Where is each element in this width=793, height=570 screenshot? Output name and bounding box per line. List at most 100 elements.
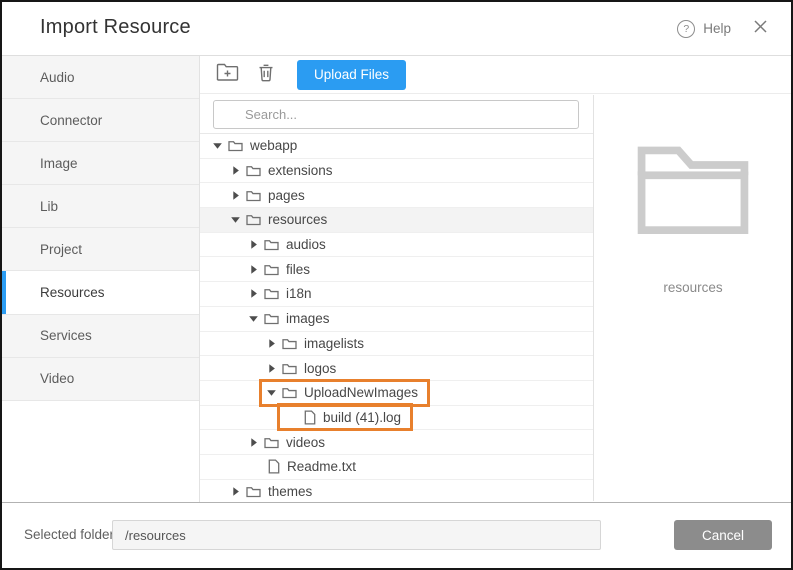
preview-folder-name: resources bbox=[663, 280, 722, 295]
tree-row-content: logos bbox=[265, 357, 336, 379]
folder-icon bbox=[246, 164, 261, 177]
search-input[interactable] bbox=[213, 100, 579, 129]
caret-down-icon[interactable] bbox=[229, 214, 241, 225]
tree-item-label: videos bbox=[286, 435, 325, 450]
folder-icon bbox=[246, 485, 261, 498]
sidebar-item-lib[interactable]: Lib bbox=[2, 185, 199, 228]
caret-down-icon[interactable] bbox=[211, 140, 223, 151]
caret-right-icon[interactable] bbox=[247, 239, 259, 250]
tree-item-label: imagelists bbox=[304, 336, 364, 351]
help-label: Help bbox=[703, 21, 731, 36]
folder-icon bbox=[264, 312, 279, 325]
selected-folder-label: Selected folder: bbox=[24, 527, 118, 542]
folder-icon bbox=[264, 263, 279, 276]
sidebar-item-label: Project bbox=[40, 242, 82, 257]
help-button[interactable]: ? Help bbox=[677, 20, 731, 38]
folder-icon bbox=[633, 141, 753, 242]
import-resource-dialog: Import Resource ? Help Audio Connector Ima… bbox=[0, 0, 793, 570]
caret-right-icon[interactable] bbox=[265, 363, 277, 374]
caret-right-icon[interactable] bbox=[229, 165, 241, 176]
caret-down-icon[interactable] bbox=[265, 387, 277, 398]
tree-row-content: i18n bbox=[247, 283, 312, 305]
tree-row-build-41-log[interactable]: build (41).log bbox=[200, 406, 593, 431]
tree-row-content: images bbox=[247, 308, 330, 330]
caret-right-icon[interactable] bbox=[247, 437, 259, 448]
caret-right-icon[interactable] bbox=[229, 190, 241, 201]
tree-row-readme-txt[interactable]: Readme.txt bbox=[200, 455, 593, 480]
dialog-footer: Selected folder: Cancel bbox=[2, 502, 791, 568]
sidebar-item-connector[interactable]: Connector bbox=[2, 99, 199, 142]
preview-panel: resources bbox=[595, 95, 791, 501]
sidebar-item-video[interactable]: Video bbox=[2, 358, 199, 401]
tree-row-content: imagelists bbox=[265, 332, 364, 354]
new-folder-icon bbox=[216, 63, 239, 87]
caret-right-icon[interactable] bbox=[265, 338, 277, 349]
folder-icon bbox=[264, 238, 279, 251]
tree-item-label: themes bbox=[268, 484, 312, 499]
tree-row-i18n[interactable]: i18n bbox=[200, 282, 593, 307]
selected-folder-input[interactable] bbox=[112, 520, 601, 550]
tree-row-files[interactable]: files bbox=[200, 257, 593, 282]
tree-item-label: resources bbox=[268, 212, 327, 227]
tree-row-videos[interactable]: videos bbox=[200, 430, 593, 455]
tree-item-label: images bbox=[286, 311, 330, 326]
folder-icon bbox=[282, 337, 297, 350]
tree-row-webapp[interactable]: webapp bbox=[200, 134, 593, 159]
upload-files-button[interactable]: Upload Files bbox=[297, 60, 406, 90]
dialog-header: Import Resource ? Help bbox=[2, 2, 791, 56]
tree-row-resources[interactable]: resources bbox=[200, 208, 593, 233]
sidebar-item-project[interactable]: Project bbox=[2, 228, 199, 271]
caret-right-icon[interactable] bbox=[229, 486, 241, 497]
sidebar-item-label: Lib bbox=[40, 199, 58, 214]
folder-icon bbox=[264, 287, 279, 300]
caret-right-icon[interactable] bbox=[247, 288, 259, 299]
caret-right-icon[interactable] bbox=[247, 264, 259, 275]
dialog-title: Import Resource bbox=[40, 16, 191, 39]
tree-row-pages[interactable]: pages bbox=[200, 183, 593, 208]
tree-row-themes[interactable]: themes bbox=[200, 480, 593, 501]
sidebar-item-label: Connector bbox=[40, 113, 102, 128]
tree-row-content: Readme.txt bbox=[247, 456, 356, 478]
caret-down-icon[interactable] bbox=[247, 313, 259, 324]
tree-row-audios[interactable]: audios bbox=[200, 233, 593, 258]
tree-row-content: files bbox=[247, 258, 310, 280]
sidebar-item-services[interactable]: Services bbox=[2, 315, 199, 358]
sidebar-item-image[interactable]: Image bbox=[2, 142, 199, 185]
indent-spacer bbox=[283, 417, 304, 418]
folder-icon bbox=[246, 189, 261, 202]
tree-item-label: extensions bbox=[268, 163, 333, 178]
tree-item-label: audios bbox=[286, 237, 326, 252]
tree-row-content: videos bbox=[247, 431, 325, 453]
folder-icon bbox=[228, 139, 243, 152]
tree-item-label: i18n bbox=[286, 286, 312, 301]
sidebar-item-label: Audio bbox=[40, 70, 75, 85]
cancel-button[interactable]: Cancel bbox=[674, 520, 772, 550]
sidebar-item-label: Video bbox=[40, 371, 74, 386]
close-button[interactable] bbox=[751, 20, 769, 38]
delete-button[interactable] bbox=[254, 64, 278, 86]
tree-row-images[interactable]: images bbox=[200, 307, 593, 332]
search-row bbox=[200, 95, 593, 134]
tree-row-imagelists[interactable]: imagelists bbox=[200, 332, 593, 357]
tree-row-extensions[interactable]: extensions bbox=[200, 159, 593, 184]
sidebar-item-audio[interactable]: Audio bbox=[2, 56, 199, 99]
close-icon bbox=[753, 19, 768, 39]
tree-item-label: files bbox=[286, 262, 310, 277]
folder-icon bbox=[282, 362, 297, 375]
help-question-icon: ? bbox=[677, 20, 695, 38]
tree-row-uploadnewimages[interactable]: UploadNewImages bbox=[200, 381, 593, 406]
tree-row-content: audios bbox=[247, 234, 326, 256]
folder-icon bbox=[264, 436, 279, 449]
sidebar-item-resources[interactable]: Resources bbox=[2, 271, 199, 314]
tree-row-content: themes bbox=[229, 480, 312, 501]
sidebar-item-label: Image bbox=[40, 156, 78, 171]
tree-row-content: extensions bbox=[229, 160, 333, 182]
new-folder-button[interactable] bbox=[215, 64, 239, 86]
file-icon bbox=[268, 459, 280, 474]
sidebar-item-label: Services bbox=[40, 328, 92, 343]
tree-item-label: build (41).log bbox=[323, 410, 401, 425]
tree-row-content: webapp bbox=[211, 135, 297, 157]
tree-row-logos[interactable]: logos bbox=[200, 356, 593, 381]
tree-item-label: pages bbox=[268, 188, 305, 203]
resource-toolbar: Upload Files bbox=[200, 56, 791, 94]
